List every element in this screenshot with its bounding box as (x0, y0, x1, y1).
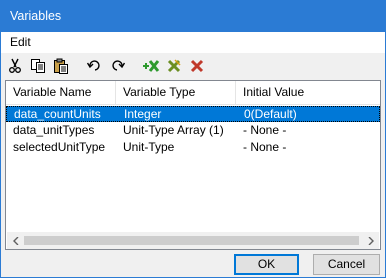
cell-value: 0(Default) (244, 107, 297, 121)
edit-variable-icon[interactable] (165, 57, 183, 75)
add-variable-icon[interactable] (142, 57, 160, 75)
variables-dialog: Variables Edit Variable Name Variable Ty… (0, 0, 386, 278)
scrollbar-thumb[interactable] (24, 236, 359, 245)
column-header-value[interactable]: Initial Value (236, 81, 380, 104)
cancel-button[interactable]: Cancel (313, 254, 380, 275)
title-bar[interactable]: Variables (1, 1, 385, 32)
delete-variable-icon[interactable] (188, 57, 206, 75)
scroll-left-icon[interactable] (7, 232, 24, 249)
table-row[interactable]: data_countUnits Integer 0(Default) (6, 106, 380, 122)
cell-name: data_unitTypes (13, 123, 95, 137)
table-row[interactable]: selectedUnitType Unit-Type - None - (6, 140, 380, 156)
cell-name: data_countUnits (14, 107, 101, 121)
variables-list[interactable]: Variable Name Variable Type Initial Valu… (5, 80, 381, 250)
ok-button[interactable]: OK (234, 254, 299, 275)
column-header-type[interactable]: Variable Type (116, 81, 236, 104)
cell-type: Unit-Type (123, 140, 175, 154)
scissors-icon[interactable] (6, 57, 24, 75)
cell-value: - None - (243, 140, 287, 154)
column-header-name[interactable]: Variable Name (6, 81, 116, 104)
menu-bar: Edit (1, 32, 385, 53)
list-header: Variable Name Variable Type Initial Valu… (6, 81, 380, 105)
table-row[interactable]: data_unitTypes Unit-Type Array (1) - Non… (6, 123, 380, 139)
toolbar (1, 53, 385, 79)
cell-type: Integer (124, 107, 162, 121)
horizontal-scrollbar[interactable] (7, 232, 379, 249)
cell-value: - None - (243, 123, 287, 137)
cell-type: Unit-Type Array (1) (123, 123, 224, 137)
menu-edit[interactable]: Edit (10, 35, 31, 49)
cell-name: selectedUnitType (13, 140, 106, 154)
window-title: Variables (10, 9, 62, 23)
paste-icon[interactable] (52, 57, 70, 75)
redo-icon[interactable] (109, 57, 127, 75)
undo-icon[interactable] (85, 57, 103, 75)
scroll-right-icon[interactable] (362, 232, 379, 249)
copy-icon[interactable] (29, 57, 47, 75)
